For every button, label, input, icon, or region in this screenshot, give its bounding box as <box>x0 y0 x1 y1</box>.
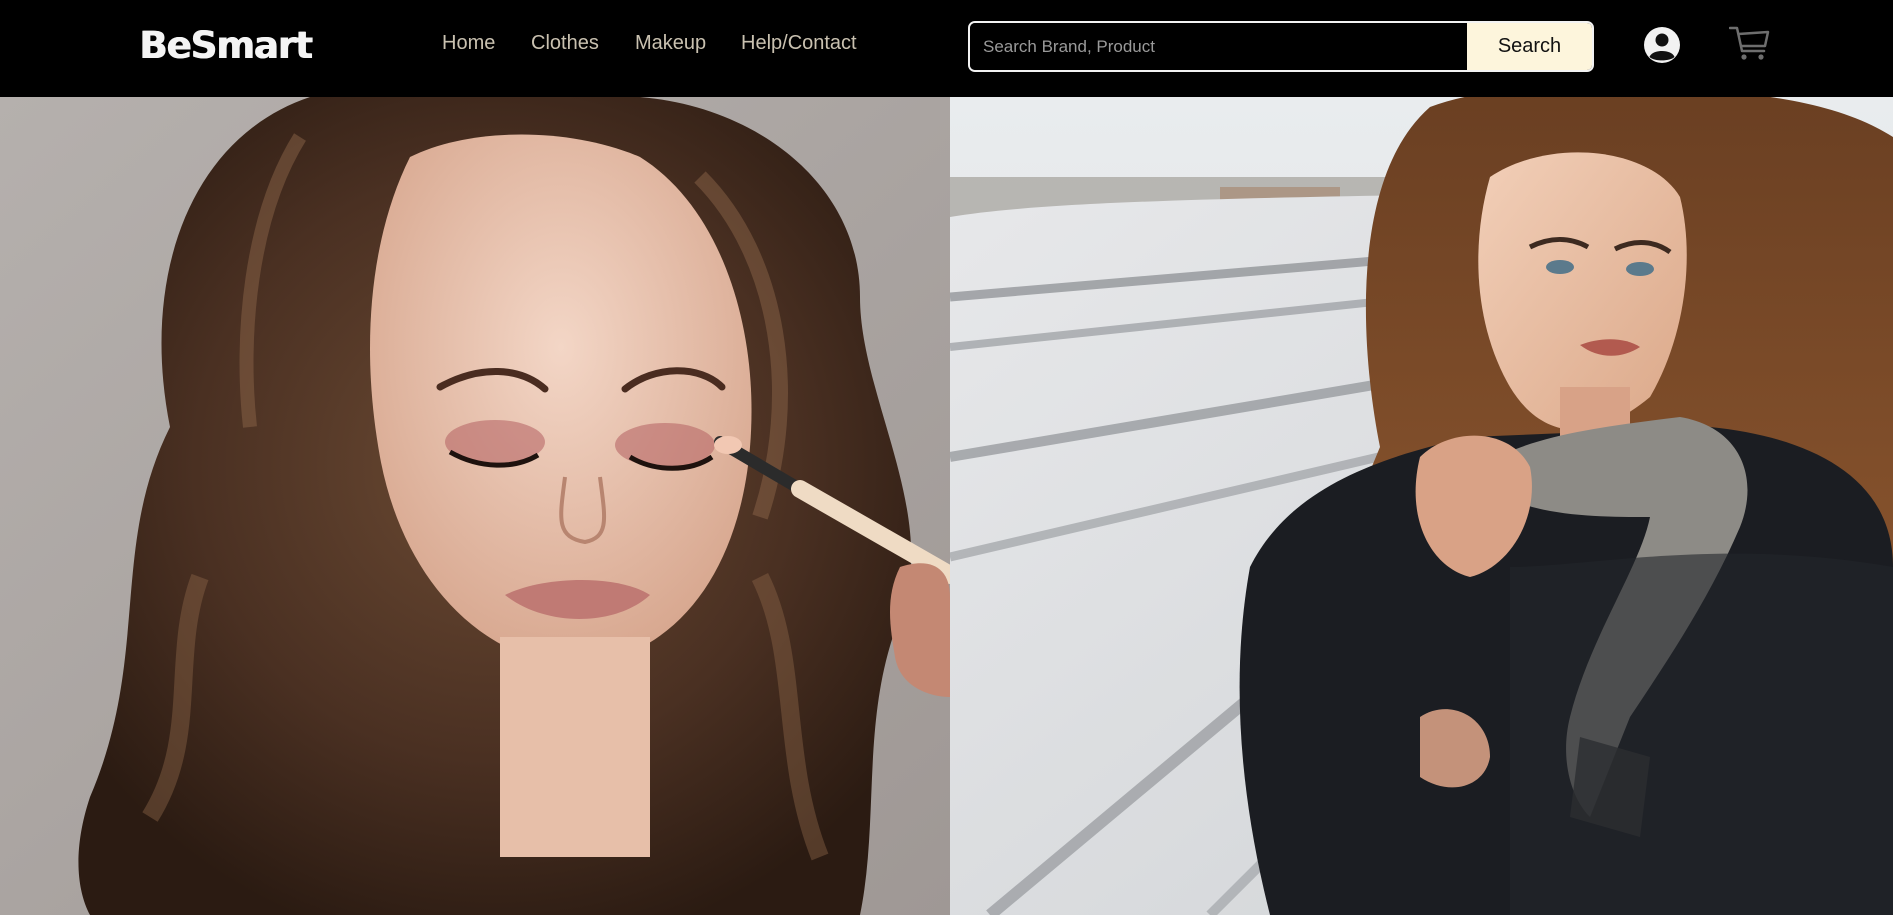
nav-link-help-contact[interactable]: Help/Contact <box>741 31 857 55</box>
clothes-hero-image[interactable] <box>950 97 1893 915</box>
shopping-cart-icon[interactable] <box>1728 24 1771 62</box>
nav-link-home[interactable]: Home <box>442 31 495 55</box>
hero-banner <box>0 97 1893 915</box>
user-circle-icon[interactable] <box>1643 26 1681 64</box>
nav-link-clothes[interactable]: Clothes <box>531 31 599 55</box>
search-button[interactable]: Search <box>1467 23 1592 70</box>
search-form: Search <box>968 21 1594 72</box>
brand-logo[interactable]: BeSmart <box>139 26 312 66</box>
nav-link-makeup[interactable]: Makeup <box>635 31 706 55</box>
makeup-hero-image[interactable] <box>0 97 950 915</box>
top-navbar: BeSmart Home Clothes Makeup Help/Contact… <box>0 0 1893 97</box>
search-input[interactable] <box>970 23 1467 70</box>
